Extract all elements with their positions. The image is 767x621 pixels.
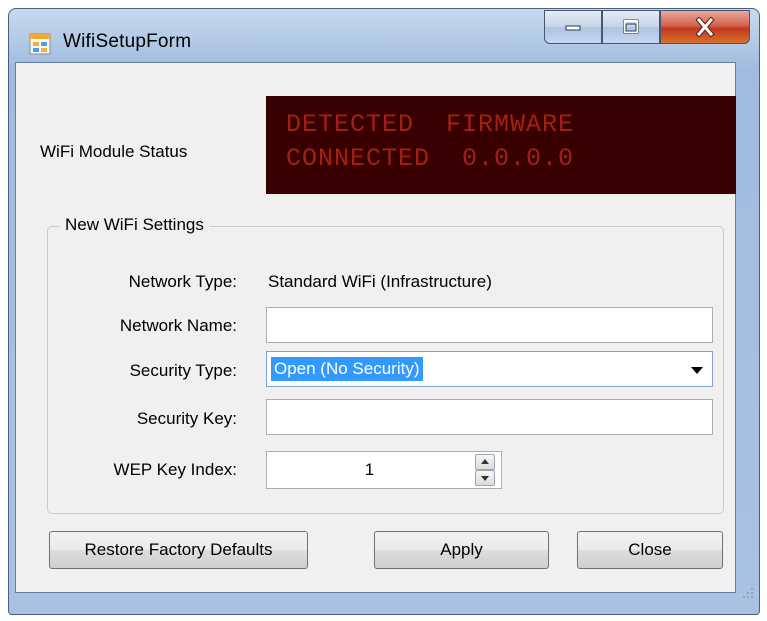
chevron-down-icon[interactable] (691, 367, 703, 374)
form-icon (29, 33, 51, 55)
group-title: New WiFi Settings (60, 215, 209, 235)
arrow-down-icon (481, 476, 489, 481)
wep-key-index-stepper[interactable]: 1 (266, 451, 502, 489)
network-type-label: Network Type: (128, 272, 237, 291)
close-window-button[interactable] (660, 10, 750, 44)
status-line-1: DETECTED FIRMWARE (286, 110, 575, 139)
window-title: WifiSetupForm (63, 31, 192, 52)
wep-key-index-label: WEP Key Index: (113, 460, 237, 479)
network-type-value: Standard WiFi (Infrastructure) (268, 272, 492, 291)
security-type-label: Security Type: (129, 361, 237, 380)
security-type-select[interactable]: Open (No Security) (266, 351, 713, 387)
status-line-2: CONNECTED 0.0.0.0 (286, 144, 575, 173)
minimize-button[interactable] (544, 10, 602, 44)
spin-up-button[interactable] (475, 454, 495, 470)
network-name-field[interactable] (266, 307, 713, 343)
wifi-status-label: WiFi Module Status (40, 142, 188, 161)
security-key-input[interactable] (267, 400, 712, 434)
close-icon (695, 17, 715, 37)
minimize-icon (565, 25, 581, 31)
maximize-icon (623, 19, 639, 34)
wifi-status-display: DETECTED FIRMWARE CONNECTED 0.0.0.0 (266, 96, 736, 194)
arrow-up-icon (481, 459, 489, 464)
maximize-button[interactable] (602, 10, 660, 44)
apply-button[interactable]: Apply (374, 531, 549, 569)
security-key-label: Security Key: (136, 409, 237, 428)
network-name-label: Network Name: (119, 316, 237, 335)
security-type-value: Open (No Security) (271, 357, 423, 381)
wep-key-index-value[interactable]: 1 (267, 452, 472, 488)
restore-defaults-button[interactable]: Restore Factory Defaults (49, 531, 308, 569)
close-button[interactable]: Close (577, 531, 723, 569)
spin-down-button[interactable] (475, 470, 495, 486)
resize-grip-icon[interactable] (742, 587, 754, 599)
network-name-input[interactable] (267, 308, 712, 342)
security-key-field[interactable] (266, 399, 713, 435)
